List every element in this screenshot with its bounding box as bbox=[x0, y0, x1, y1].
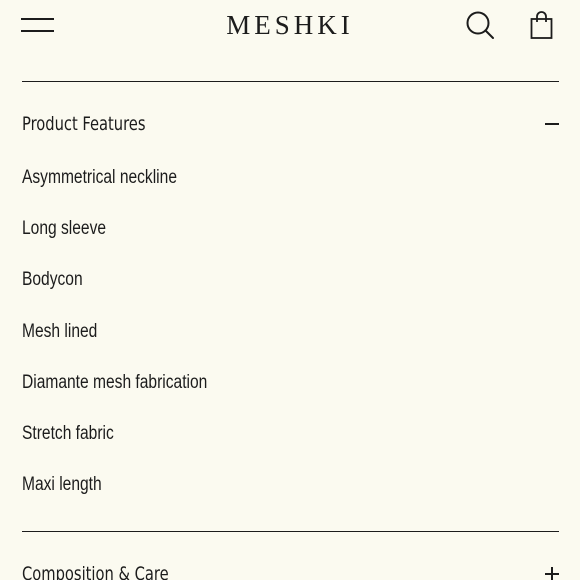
list-item: Bodycon bbox=[22, 269, 83, 291]
section-title: Composition & Care bbox=[22, 563, 169, 580]
list-item: Mesh lined bbox=[22, 320, 98, 342]
plus-icon-bar-v bbox=[551, 567, 553, 580]
section-divider bbox=[22, 81, 559, 82]
list-item: Maxi length bbox=[22, 474, 102, 496]
shopping-bag-button[interactable] bbox=[529, 10, 555, 40]
list-item: Stretch fabric bbox=[22, 422, 114, 444]
shopping-bag-icon bbox=[530, 11, 553, 39]
product-features-list: Asymmetrical neckline Long sleeve Bodyco… bbox=[22, 163, 248, 521]
search-button[interactable] bbox=[465, 10, 495, 40]
plus-icon[interactable] bbox=[545, 567, 559, 580]
product-features-accordion-header[interactable]: Product Features bbox=[22, 109, 559, 139]
list-item: Asymmetrical neckline bbox=[22, 167, 177, 188]
search-icon bbox=[466, 11, 494, 39]
composition-care-accordion-header[interactable]: Composition & Care bbox=[22, 559, 559, 580]
minus-icon[interactable] bbox=[545, 117, 559, 131]
section-title: Product Features bbox=[22, 113, 146, 135]
section-divider bbox=[22, 531, 559, 532]
site-header: MESHKI bbox=[0, 0, 580, 52]
list-item: Diamante mesh fabrication bbox=[22, 371, 208, 393]
list-item: Long sleeve bbox=[22, 218, 107, 240]
minus-icon-bar bbox=[545, 123, 559, 125]
